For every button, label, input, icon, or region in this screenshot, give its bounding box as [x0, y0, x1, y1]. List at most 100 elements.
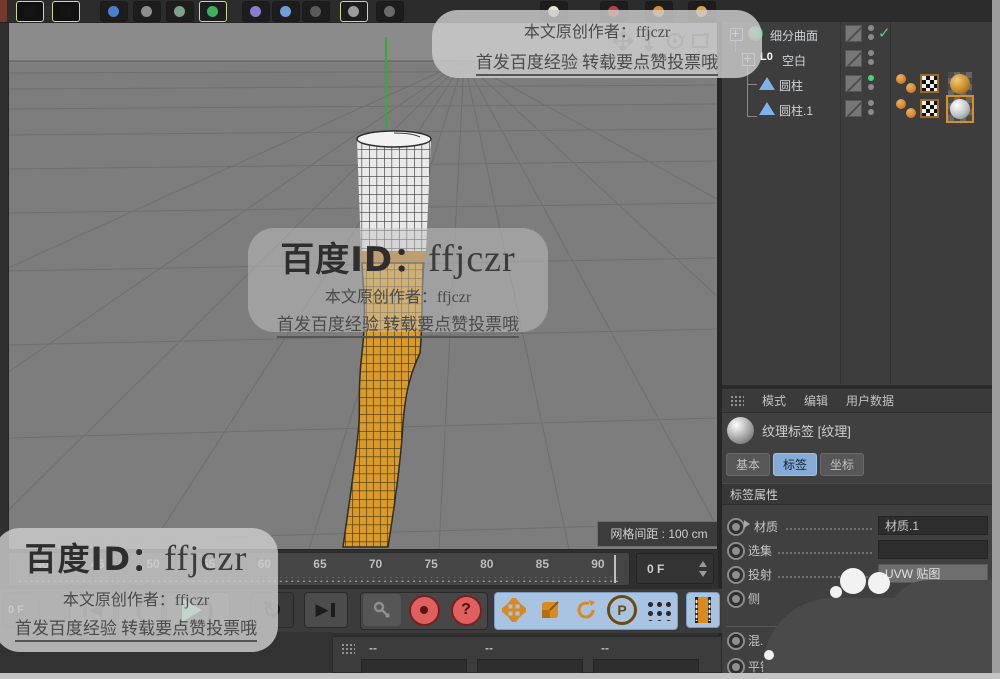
uvw-tag-icon[interactable]	[920, 74, 939, 93]
window-edge-left	[0, 0, 7, 22]
attribute-menu-bar: 模式 编辑 用户数据	[722, 389, 992, 413]
key-radio-icon[interactable]	[727, 632, 745, 650]
frame-number: 80	[480, 557, 494, 571]
window-edge-bottom	[0, 673, 1000, 679]
uvw-tag-icon[interactable]	[920, 99, 939, 118]
enabled-dot-green[interactable]	[868, 75, 874, 81]
move-icon	[502, 598, 526, 622]
phong-tag-icon[interactable]	[896, 74, 906, 84]
rotate-tool-button[interactable]	[569, 594, 603, 626]
dots-grid-icon	[645, 599, 671, 621]
frame-number: 85	[535, 557, 550, 571]
question-icon: ?	[450, 594, 482, 626]
visibility-toggle-icon[interactable]	[845, 25, 862, 42]
white-material-icon[interactable]	[950, 99, 970, 119]
visibility-dot[interactable]	[868, 100, 874, 106]
toolbar-icon[interactable]	[340, 1, 368, 22]
attribute-tabs: 基本 标签 坐标	[726, 453, 865, 476]
grip-icon[interactable]	[341, 643, 355, 654]
prop-row-selection: 选集	[722, 539, 992, 563]
cylinder-object-icon	[759, 102, 775, 115]
menu-mode[interactable]: 模式	[762, 392, 786, 409]
expand-arrow-icon[interactable]	[744, 520, 750, 528]
logo-circle	[764, 650, 774, 660]
object-row-subdivision-surface[interactable]: 细分曲面 ✓	[722, 22, 992, 47]
scale-tool-button[interactable]	[533, 594, 567, 626]
rotate-icon	[577, 600, 595, 619]
tab-tag[interactable]: 标签	[773, 453, 818, 476]
tag-title-row: 纹理标签 [纹理]	[722, 417, 851, 444]
toolbar-icon[interactable]	[376, 1, 404, 22]
menu-edit[interactable]: 编辑	[804, 392, 828, 409]
visibility-toggle-icon[interactable]	[845, 100, 862, 117]
toolbar-icon[interactable]	[272, 1, 300, 22]
visibility-toggle-icon[interactable]	[845, 75, 862, 92]
visibility-dot[interactable]	[868, 25, 874, 31]
goto-end-button[interactable]: ▶	[304, 592, 348, 628]
visibility-dot[interactable]	[868, 59, 874, 65]
logo-circle	[830, 586, 842, 598]
visibility-dot[interactable]	[868, 109, 874, 115]
selection-value-field[interactable]	[878, 540, 988, 559]
phong-tag-icon[interactable]	[896, 99, 906, 109]
object-row-null[interactable]: L0 空白	[722, 47, 992, 72]
frame-number: 90	[591, 557, 605, 571]
tab-basic[interactable]: 基本	[726, 453, 771, 476]
snap-dots-button[interactable]	[641, 594, 675, 626]
material-tag-frame[interactable]	[948, 72, 972, 96]
visibility-dot[interactable]	[868, 50, 874, 56]
toolbar-icon[interactable]	[199, 1, 227, 22]
material-tag-frame-selected[interactable]	[946, 95, 974, 123]
coord-system-button[interactable]: P	[605, 594, 639, 626]
coord-p-icon: P	[607, 595, 637, 625]
autokey-button[interactable]	[405, 594, 443, 626]
help-button[interactable]: ?	[447, 594, 485, 626]
current-frame-field[interactable]: 0 F	[636, 553, 714, 584]
menu-user-data[interactable]: 用户数据	[846, 392, 894, 409]
filmstrip-icon	[695, 597, 711, 623]
grip-icon[interactable]	[730, 395, 744, 406]
material-value-field[interactable]: 材质.1	[878, 516, 988, 535]
toolbar-icon[interactable]	[302, 1, 330, 22]
render-button[interactable]	[686, 592, 720, 628]
key-radio-icon[interactable]	[727, 542, 745, 560]
goto-end-icon: ▶	[315, 600, 329, 619]
smoothing-tag-icon[interactable]	[906, 83, 916, 93]
toolbar-icon[interactable]	[52, 1, 80, 22]
section-tag-properties: 标签属性	[722, 483, 992, 505]
tab-coordinates[interactable]: 坐标	[820, 453, 865, 476]
toolbar-icon[interactable]	[16, 1, 44, 22]
watermark-middle: 百度ID：ffjczr 本文原创作者：ffjczr 首发百度经验 转载要点赞投票…	[248, 228, 548, 338]
key-radio-icon[interactable]	[727, 566, 745, 584]
frame-spinner[interactable]	[699, 561, 707, 577]
scale-icon	[542, 601, 559, 618]
cylinder-object-icon	[759, 77, 775, 90]
record-key-button[interactable]	[363, 594, 401, 626]
grid-spacing-label: 网格间距 : 100 cm	[597, 521, 717, 547]
toolbar-icon[interactable]	[133, 1, 161, 22]
prop-row-material: 材质 材质.1	[722, 515, 992, 539]
toolbar-icon[interactable]	[100, 1, 128, 22]
enabled-check-icon[interactable]: ✓	[878, 24, 891, 42]
tag-title: 纹理标签 [纹理]	[762, 424, 851, 439]
smoothing-tag-icon[interactable]	[906, 108, 916, 118]
window-edge-right	[992, 0, 1000, 679]
key-radio-icon[interactable]	[727, 590, 745, 608]
toolbar-icon[interactable]	[242, 1, 270, 22]
object-row-cylinder[interactable]: 圆柱	[722, 72, 992, 97]
coordinates-bar: -- -- --	[332, 636, 722, 675]
object-row-cylinder-1[interactable]: 圆柱.1	[722, 95, 992, 123]
toolbar-icon[interactable]	[166, 1, 194, 22]
logo-circle	[840, 568, 866, 594]
cinema4d-window: 网格间距 : 100 cm 细分曲面 ✓ L0 空白 圆柱 圆柱.1 模式 编辑…	[0, 0, 1000, 679]
key-radio-icon[interactable]	[727, 518, 745, 536]
visibility-toggle-icon[interactable]	[845, 50, 862, 67]
keyframe-group: ?	[360, 592, 488, 630]
visibility-dot[interactable]	[868, 34, 874, 40]
frame-number: 70	[368, 557, 383, 571]
gold-material-icon[interactable]	[950, 74, 970, 94]
dark-logo-watermark	[763, 598, 1000, 679]
visibility-dot[interactable]	[868, 84, 874, 90]
move-tool-button[interactable]	[497, 594, 531, 626]
playhead-marker[interactable]	[614, 555, 616, 583]
